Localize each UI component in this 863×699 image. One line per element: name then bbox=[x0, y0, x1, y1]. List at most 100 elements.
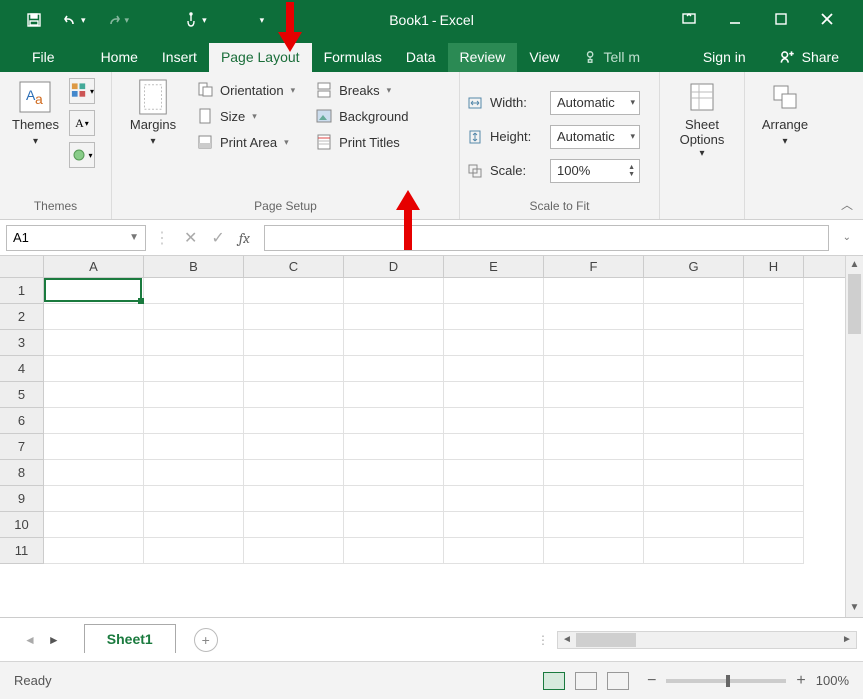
cell[interactable] bbox=[444, 278, 544, 304]
cell[interactable] bbox=[244, 382, 344, 408]
colors-button[interactable]: ▾ bbox=[69, 78, 95, 104]
column-header[interactable]: F bbox=[544, 256, 644, 277]
cell[interactable] bbox=[144, 330, 244, 356]
enter-formula-button[interactable]: ✓ bbox=[211, 228, 224, 248]
column-header[interactable]: A bbox=[44, 256, 144, 277]
cell[interactable] bbox=[444, 486, 544, 512]
cell[interactable] bbox=[444, 538, 544, 564]
cell[interactable] bbox=[244, 356, 344, 382]
sheet-nav-next[interactable]: ► bbox=[48, 633, 60, 647]
themes-button[interactable]: Aa Themes▾ bbox=[6, 76, 65, 152]
cell[interactable] bbox=[244, 512, 344, 538]
cell[interactable] bbox=[144, 356, 244, 382]
ribbon-display-options-button[interactable] bbox=[671, 5, 707, 36]
sheet-nav-prev[interactable]: ◄ bbox=[24, 633, 36, 647]
cell[interactable] bbox=[344, 382, 444, 408]
cell[interactable] bbox=[644, 304, 744, 330]
normal-view-button[interactable] bbox=[543, 672, 565, 690]
size-button[interactable]: Size ▾ bbox=[192, 104, 299, 128]
cell[interactable] bbox=[44, 434, 144, 460]
cell[interactable] bbox=[44, 304, 144, 330]
fonts-button[interactable]: A▾ bbox=[69, 110, 95, 136]
cell[interactable] bbox=[244, 330, 344, 356]
row-header[interactable]: 9 bbox=[0, 486, 44, 512]
cell[interactable] bbox=[644, 382, 744, 408]
cell[interactable] bbox=[344, 330, 444, 356]
cell[interactable] bbox=[744, 408, 804, 434]
cell[interactable] bbox=[644, 434, 744, 460]
row-header[interactable]: 4 bbox=[0, 356, 44, 382]
cell[interactable] bbox=[544, 434, 644, 460]
cell[interactable] bbox=[544, 538, 644, 564]
cell[interactable] bbox=[444, 434, 544, 460]
formula-input[interactable] bbox=[264, 225, 829, 251]
cell[interactable] bbox=[44, 278, 144, 304]
row-header[interactable]: 1 bbox=[0, 278, 44, 304]
cell[interactable] bbox=[744, 538, 804, 564]
column-header[interactable]: C bbox=[244, 256, 344, 277]
cell[interactable] bbox=[544, 408, 644, 434]
cell[interactable] bbox=[644, 460, 744, 486]
zoom-in-button[interactable]: + bbox=[796, 672, 805, 690]
close-button[interactable] bbox=[809, 5, 845, 36]
cell[interactable] bbox=[644, 512, 744, 538]
cell[interactable] bbox=[344, 538, 444, 564]
cancel-formula-button[interactable]: ✕ bbox=[184, 228, 197, 248]
cell[interactable] bbox=[544, 330, 644, 356]
cell[interactable] bbox=[444, 460, 544, 486]
tab-page-layout[interactable]: Page Layout bbox=[209, 43, 312, 72]
cell[interactable] bbox=[444, 382, 544, 408]
column-header[interactable]: B bbox=[144, 256, 244, 277]
cell[interactable] bbox=[344, 278, 444, 304]
tab-insert[interactable]: Insert bbox=[150, 43, 209, 72]
cell[interactable] bbox=[644, 356, 744, 382]
cell[interactable] bbox=[544, 356, 644, 382]
cell[interactable] bbox=[244, 460, 344, 486]
tell-me-search[interactable]: Tell m bbox=[572, 43, 653, 72]
cell[interactable] bbox=[544, 278, 644, 304]
cell[interactable] bbox=[144, 382, 244, 408]
new-sheet-button[interactable]: + bbox=[194, 628, 218, 652]
cell[interactable] bbox=[644, 278, 744, 304]
cell[interactable] bbox=[644, 538, 744, 564]
cell[interactable] bbox=[144, 486, 244, 512]
cell[interactable] bbox=[744, 512, 804, 538]
row-header[interactable]: 7 bbox=[0, 434, 44, 460]
effects-button[interactable]: ▾ bbox=[69, 142, 95, 168]
arrange-button[interactable]: Arrange▾ bbox=[756, 76, 814, 152]
cell[interactable] bbox=[444, 408, 544, 434]
cell[interactable] bbox=[344, 356, 444, 382]
sign-in-button[interactable]: Sign in bbox=[695, 43, 754, 71]
cell[interactable] bbox=[244, 434, 344, 460]
cell[interactable] bbox=[544, 486, 644, 512]
background-button[interactable]: Background bbox=[311, 104, 412, 128]
expand-formula-bar-button[interactable]: ⌄ bbox=[837, 232, 857, 243]
cell[interactable] bbox=[644, 408, 744, 434]
cell[interactable] bbox=[544, 382, 644, 408]
cell[interactable] bbox=[744, 356, 804, 382]
cell[interactable] bbox=[744, 460, 804, 486]
cell[interactable] bbox=[244, 538, 344, 564]
print-area-button[interactable]: Print Area ▾ bbox=[192, 130, 299, 154]
print-titles-button[interactable]: Print Titles bbox=[311, 130, 412, 154]
column-header[interactable]: G bbox=[644, 256, 744, 277]
spreadsheet-grid[interactable]: A B C D E F G H 1234567891011 ▲ ▼ bbox=[0, 256, 863, 617]
cell[interactable] bbox=[744, 434, 804, 460]
touch-mode-button[interactable]: ▾ bbox=[175, 6, 215, 34]
cell[interactable] bbox=[444, 330, 544, 356]
row-header[interactable]: 5 bbox=[0, 382, 44, 408]
undo-button[interactable]: ▾ bbox=[54, 6, 94, 34]
column-header[interactable]: D bbox=[344, 256, 444, 277]
cell[interactable] bbox=[744, 486, 804, 512]
cell[interactable] bbox=[644, 330, 744, 356]
select-all-corner[interactable] bbox=[0, 256, 44, 277]
tab-file[interactable]: File bbox=[20, 43, 67, 72]
zoom-out-button[interactable]: − bbox=[647, 672, 656, 690]
cell[interactable] bbox=[144, 512, 244, 538]
cell[interactable] bbox=[144, 304, 244, 330]
cell[interactable] bbox=[44, 330, 144, 356]
collapse-ribbon-button[interactable]: ︿ bbox=[841, 196, 853, 213]
horizontal-scrollbar[interactable]: ◄ ► bbox=[557, 631, 857, 649]
cell[interactable] bbox=[344, 460, 444, 486]
cell[interactable] bbox=[244, 278, 344, 304]
